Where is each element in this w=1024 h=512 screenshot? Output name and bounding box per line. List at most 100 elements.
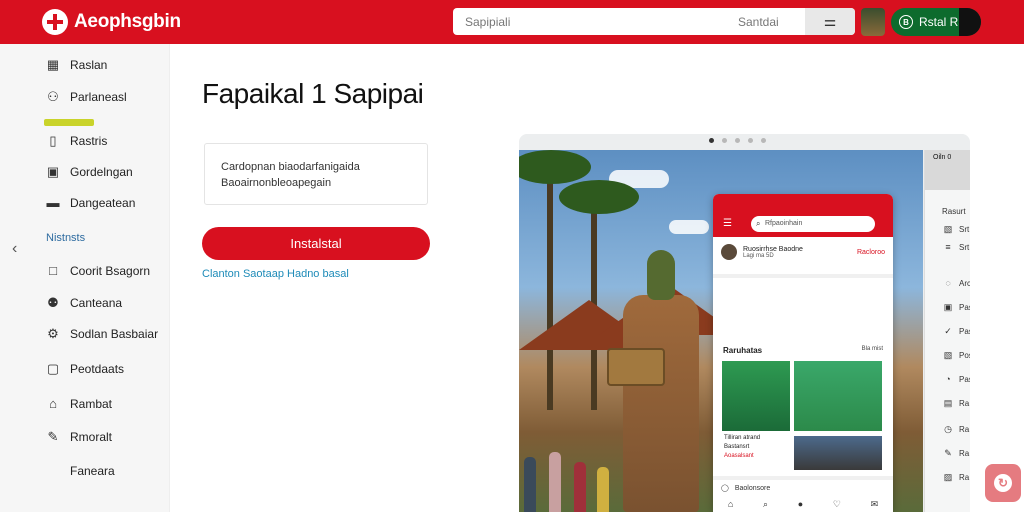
list-item[interactable]: Ruosirrhse Baodne Lagi ma 5D Racloroo (721, 241, 885, 263)
search-icon: ⌕ (756, 219, 761, 228)
panel-row-label: Ra (959, 399, 970, 408)
sound-row[interactable]: ◯ Baolonsore (721, 484, 770, 493)
panel-row[interactable]: ▨ Ra (943, 472, 970, 483)
phone-search-placeholder: Rfpaoinhain (765, 220, 803, 227)
menu-icon[interactable]: ☰ (723, 218, 732, 229)
person-shape (524, 457, 536, 512)
caption: Bastansrt (724, 444, 750, 450)
description-card: Cardopnan biaodarfanigaida Baoairnonbleo… (204, 143, 428, 205)
secondary-link[interactable]: Clanton Saotaap Hadno basal (202, 268, 349, 280)
cloud-shape (669, 220, 709, 234)
sidebar-item-label: Raslan (70, 58, 108, 72)
panel-row[interactable]: ◔ Pas (943, 374, 970, 384)
panel-row[interactable]: ≡ Srt (943, 242, 969, 252)
person-shape (574, 462, 586, 512)
panel-row[interactable]: ◌ Arc (943, 278, 970, 288)
panel-row[interactable]: ✎ Ra (943, 448, 969, 459)
calendar-icon: ▣ (46, 164, 60, 179)
lock-icon: ▣ (943, 302, 953, 312)
sidebar-item-rmoralt[interactable]: ✎ Rmoralt (46, 429, 113, 445)
sliders-icon[interactable]: ⚌ (805, 8, 855, 35)
gear-icon: ⚙ (47, 326, 59, 341)
sidebar-item-dangeatean[interactable]: ▬ Dangeatean (46, 195, 136, 211)
clock-icon: ◷ (944, 424, 952, 434)
sidebar-item-label: Gordelngan (70, 165, 133, 179)
section-title: Raruhatas (723, 346, 763, 355)
sidebar-section-title: Nistnsts (46, 232, 86, 244)
bowl-icon: ▬ (46, 195, 60, 210)
sidebar-item-faneara[interactable]: Faneara (70, 464, 115, 478)
panel-row-label: Srt (959, 225, 970, 234)
thumbnail[interactable] (794, 361, 882, 431)
carousel-dot[interactable] (735, 138, 740, 143)
sidebar-item-coorit[interactable]: □ Coorit Bsagorn (46, 264, 151, 279)
panel-title: Rasurt (942, 207, 966, 216)
carousel-dot[interactable] (722, 138, 727, 143)
top-bar: Aeophsgbin Santdai ⚌ B Rstal Rar (0, 0, 1024, 44)
install-button[interactable]: Instalstal (202, 227, 430, 260)
search-input[interactable] (453, 8, 738, 35)
thumbnail[interactable] (722, 361, 790, 431)
grid-icon: ▦ (46, 57, 60, 72)
phone-search-input[interactable]: ⌕ Rfpaoinhain (751, 216, 875, 232)
chevron-left-icon[interactable]: ‹ (12, 240, 17, 258)
divider (713, 274, 893, 278)
panel-row[interactable]: ◷ Ra (943, 424, 969, 435)
sidebar-item-raslan[interactable]: ▦ Raslan (46, 57, 108, 73)
message-icon[interactable]: ✉ (871, 499, 879, 510)
app-logo[interactable]: Aeophsgbin (42, 9, 181, 35)
install-app-tip (959, 8, 981, 36)
woman-figure (607, 250, 705, 512)
panel-row[interactable]: ✓ Pas (943, 326, 970, 337)
phone-header: ☰ ⌕ Rfpaoinhain (713, 194, 893, 237)
sidebar-item-rambat[interactable]: ⌂ Rambat (46, 396, 112, 412)
sidebar-item-label: Coorit Bsagorn (70, 264, 151, 278)
sidebar-item-label: Peotdaats (70, 362, 125, 376)
sound-icon: ◯ (721, 485, 729, 492)
panel-row-label: Srt (959, 242, 970, 252)
sidebar-item-gordelngan[interactable]: ▣ Gordelngan (46, 164, 133, 180)
figure-head (647, 250, 675, 300)
page-title: Fapaikal 1 Sapipai (202, 78, 424, 109)
bookmark-icon: ⌂ (49, 396, 57, 411)
record-icon[interactable]: ● (798, 499, 803, 509)
panel-row[interactable]: ▧ Pos (943, 350, 970, 361)
sidebar-item-label: Rastris (70, 134, 108, 148)
people-icon: ⚉ (47, 295, 59, 310)
pencil-icon: ✎ (47, 429, 59, 444)
edit-icon: ✎ (944, 448, 952, 458)
sidebar-item-sodlan[interactable]: ⚙ Sodlan Basbaiar (46, 326, 158, 342)
phone-bottom-nav: ⌂ ⌕ ● ♡ ✉ (713, 496, 893, 512)
install-app-button[interactable]: B Rstal Rar (891, 8, 981, 36)
panel-row-label: Ra (959, 449, 970, 458)
palm-trunk (547, 160, 553, 410)
panel-row[interactable]: ▤ Ra (943, 398, 970, 409)
sidebar-item-label: Rmoralt (70, 430, 113, 444)
cart-icon: ▤ (943, 398, 953, 408)
app-showcase: ☰ ⌕ Rfpaoinhain Ruosirrhse Baodne Lagi m… (519, 134, 970, 512)
panel-row[interactable]: ▣ Pas (943, 302, 970, 313)
sidebar-item-peotdaats[interactable]: ▢ Peotdaats (46, 362, 125, 377)
section-more[interactable]: Bla mist (862, 346, 883, 352)
menu-icon: ≡ (945, 242, 951, 252)
home-icon[interactable]: ⌂ (728, 499, 733, 509)
search-icon[interactable]: ⌕ (763, 499, 768, 510)
sidebar-item-rastris[interactable]: ▯ Rastris (46, 133, 108, 149)
divider (713, 476, 893, 480)
sidebar-item-canteana[interactable]: ⚉ Canteana (46, 295, 122, 311)
carousel-dot[interactable] (709, 138, 714, 143)
carousel-dot[interactable] (748, 138, 753, 143)
avatar (721, 244, 737, 260)
chat-bubble-button[interactable]: ↻ (985, 464, 1021, 502)
avatar[interactable] (861, 8, 885, 36)
search-button[interactable]: Santdai (738, 15, 803, 29)
sidebar-item-parlaneasl[interactable]: ⚇ Parlaneasl (46, 90, 127, 105)
sidebar: ▦ Raslan ⚇ Parlaneasl ▯ Rastris ▣ Gordel… (0, 44, 170, 512)
thumbnail[interactable] (794, 436, 882, 470)
item-title: Ruosirrhse Baodne (743, 245, 803, 253)
carousel-dot[interactable] (761, 138, 766, 143)
heart-icon[interactable]: ♡ (833, 499, 841, 510)
panel-row[interactable]: ▧ Srt (943, 224, 970, 235)
check-icon: ✓ (944, 326, 952, 336)
document-icon: ▯ (49, 133, 57, 148)
